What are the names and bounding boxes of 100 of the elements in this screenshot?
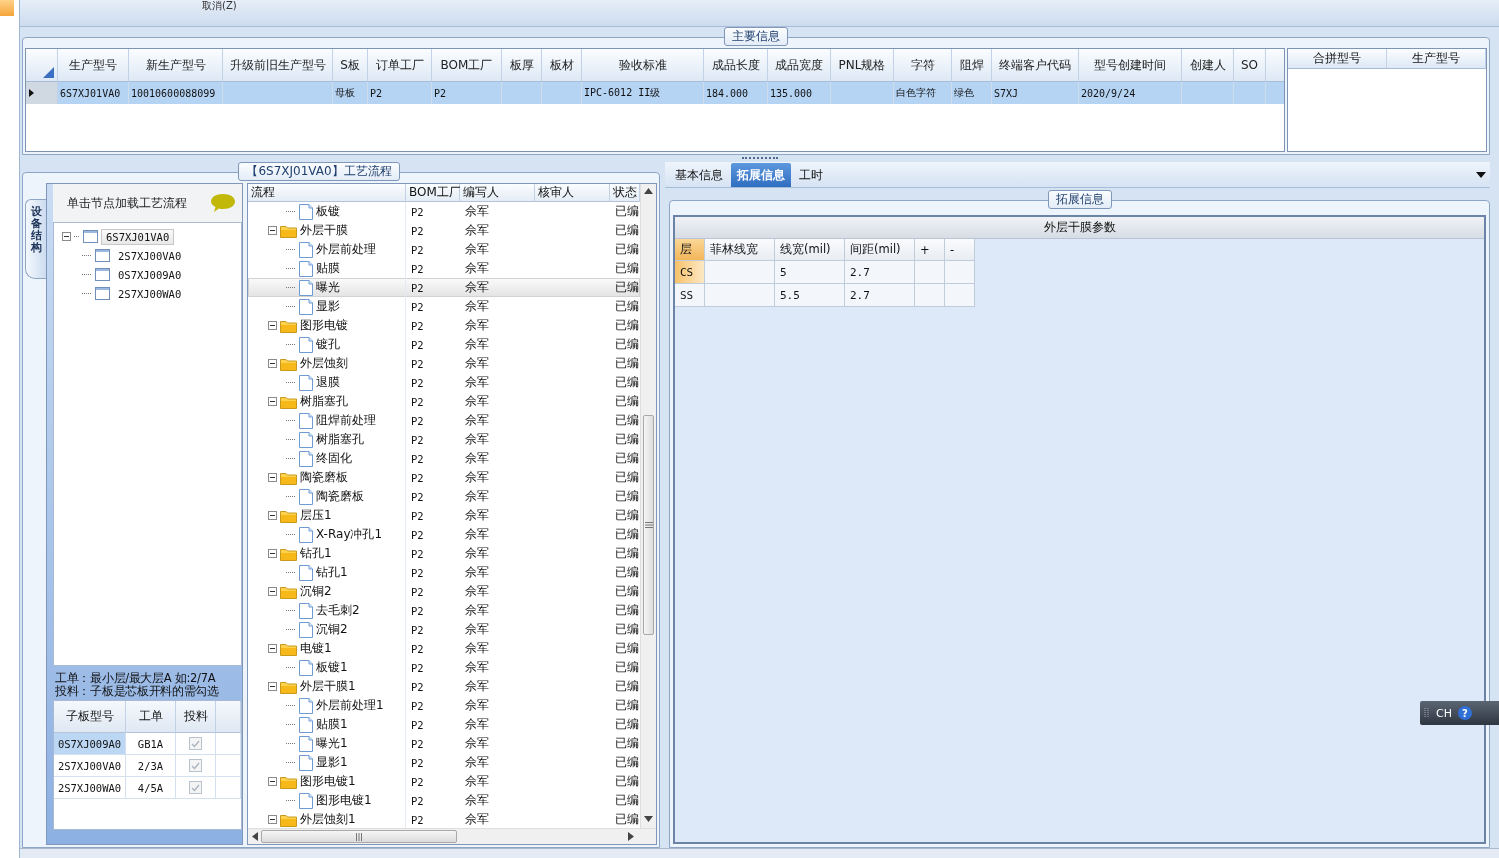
column-header[interactable]: BOM工厂 (406, 184, 460, 202)
row-header[interactable]: CS (675, 261, 705, 284)
splitter-grip[interactable] (741, 157, 778, 160)
tree-connector (286, 610, 296, 611)
collapse-icon[interactable] (268, 549, 277, 558)
column-header[interactable]: 编写人 (460, 184, 535, 202)
table-cell[interactable] (705, 261, 775, 284)
column-header[interactable]: 层 (675, 239, 705, 261)
table-cell[interactable] (705, 284, 775, 307)
column-header[interactable]: 生产型号 (58, 49, 129, 82)
table-cell-text: 已编 (614, 678, 640, 695)
table-cell[interactable]: 2.7 (845, 284, 915, 307)
collapse-icon[interactable] (268, 777, 277, 786)
tree-node[interactable]: 0S7XJ009A0 (113, 266, 187, 283)
table-cell-text: P2 (410, 338, 425, 351)
tab[interactable]: 拓展信息 (731, 163, 791, 187)
cancel-label[interactable]: 取消(Z) (202, 0, 237, 12)
help-button[interactable]: ? (1457, 706, 1472, 720)
collapse-icon[interactable] (268, 682, 277, 691)
column-header[interactable]: 投料 (176, 701, 216, 733)
flow-row[interactable]: 曝光 P2 佘军 已编 (248, 278, 640, 297)
column-header[interactable]: 合拼型号 (1288, 49, 1387, 69)
scroll-thumb[interactable] (643, 415, 654, 635)
collapse-icon[interactable] (268, 473, 277, 482)
folder-icon (280, 812, 297, 827)
column-header[interactable]: 板厚 (502, 49, 542, 82)
table-cell[interactable]: 2S7XJ00WA0 (54, 777, 126, 799)
column-header[interactable]: 验收标准 (582, 49, 704, 82)
column-header[interactable]: S板 (333, 49, 368, 82)
table-cell[interactable] (915, 284, 945, 307)
horizontal-scrollbar[interactable] (248, 828, 656, 844)
column-header[interactable]: 线宽(mil) (775, 239, 845, 261)
column-header[interactable]: 子板型号 (54, 701, 126, 733)
step-label: 阻焊前处理 (316, 412, 376, 429)
column-header[interactable]: 成品宽度 (768, 49, 831, 82)
checkbox[interactable] (189, 759, 202, 772)
column-header[interactable]: 订单工厂 (368, 49, 432, 82)
checkbox[interactable] (189, 781, 202, 794)
column-header[interactable]: SO (1234, 49, 1266, 82)
table-cell[interactable]: 2S7XJ00VA0 (54, 755, 126, 777)
collapse-icon[interactable] (268, 321, 277, 330)
table-cell[interactable]: 5.5 (775, 284, 845, 307)
collapse-icon[interactable] (268, 815, 277, 824)
column-header[interactable]: 型号创建时间 (1079, 49, 1182, 82)
column-header[interactable]: 菲林线宽 (705, 239, 775, 261)
column-header[interactable]: 升级前旧生产型号 (223, 49, 333, 82)
tree-node[interactable]: 2S7XJ00VA0 (113, 247, 187, 264)
column-header[interactable]: 阻焊 (952, 49, 992, 82)
table-cell-text: 佘军 (464, 735, 490, 752)
vertical-scrollbar[interactable] (640, 184, 656, 828)
row-header[interactable]: SS (675, 284, 705, 307)
tab[interactable]: 基本信息 (669, 163, 729, 187)
grip-icon (1424, 707, 1430, 719)
table-cell[interactable]: 0S7XJ009A0 (54, 733, 126, 755)
table-cell-text: P2 (410, 794, 425, 807)
column-header[interactable]: 工单 (126, 701, 176, 733)
checkbox[interactable] (189, 737, 202, 750)
tree-connector (74, 236, 80, 237)
table-cell: 白色字符 (894, 82, 952, 104)
table-cell: 135.000 (768, 82, 831, 104)
row-header[interactable] (26, 82, 58, 104)
table-cell-text: 佘军 (464, 526, 490, 543)
column-header[interactable]: + (915, 239, 945, 261)
table-cell[interactable]: 2.7 (845, 261, 915, 284)
column-header[interactable]: 间距(mil) (845, 239, 915, 261)
column-header[interactable]: 核审人 (535, 184, 610, 202)
column-header[interactable]: 生产型号 (1387, 49, 1486, 69)
scroll-thumb[interactable] (261, 830, 457, 843)
column-header[interactable]: PNL规格 (831, 49, 894, 82)
ime-label[interactable]: CH (1436, 706, 1452, 720)
column-header[interactable]: - (945, 239, 975, 261)
dropdown-caret-icon[interactable] (1476, 172, 1486, 178)
collapse-icon[interactable] (268, 226, 277, 235)
column-header[interactable]: 成品长度 (704, 49, 768, 82)
table-cell[interactable]: 5 (775, 261, 845, 284)
table-cell[interactable] (945, 261, 975, 284)
tab[interactable]: 工时 (793, 163, 829, 187)
table-cell[interactable] (915, 261, 945, 284)
column-header[interactable]: 终端客户代码 (992, 49, 1079, 82)
table-cell[interactable] (945, 284, 975, 307)
table-cell: 2020/9/24 (1079, 82, 1182, 104)
collapse-icon[interactable] (268, 397, 277, 406)
tree-node[interactable]: 2S7XJ00WA0 (113, 285, 187, 302)
collapse-icon[interactable] (268, 587, 277, 596)
column-header[interactable]: 板材 (542, 49, 582, 82)
collapse-icon[interactable] (268, 359, 277, 368)
column-header[interactable]: 状态 (610, 184, 640, 202)
side-tab[interactable]: 设备结构 (25, 199, 46, 279)
collapse-icon[interactable] (268, 511, 277, 520)
table-cell-text: 已编 (614, 754, 640, 771)
column-header[interactable]: 新生产型号 (129, 49, 223, 82)
document-icon (299, 697, 313, 714)
column-header[interactable]: BOM工厂 (432, 49, 502, 82)
collapse-icon[interactable] (268, 644, 277, 653)
tree-node[interactable]: 6S7XJ01VA0 (101, 228, 175, 245)
column-header[interactable]: 字符 (894, 49, 952, 82)
collapse-icon[interactable] (62, 232, 71, 241)
column-header[interactable]: 创建人 (1182, 49, 1234, 82)
column-header[interactable]: 流程 (248, 184, 406, 202)
tree-connector (286, 534, 296, 535)
